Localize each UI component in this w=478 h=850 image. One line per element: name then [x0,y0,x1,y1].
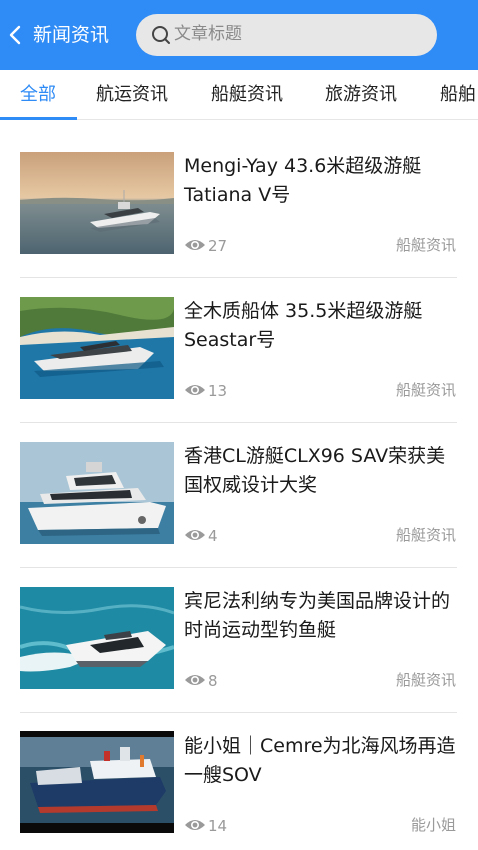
back-arrow-icon[interactable] [6,22,26,48]
eye-icon [185,385,205,395]
list-item[interactable]: 全木质船体 35.5米超级游艇Seastar号 13 船艇资讯 [0,266,478,423]
article-thumbnail [20,297,174,399]
tab-travel-news[interactable]: 旅游资讯 [325,82,397,108]
list-item[interactable]: Mengi-Yay 43.6米超级游艇Tatiana V号 27 船艇资讯 [0,121,478,278]
eye-icon [185,240,205,250]
eye-icon [185,675,205,685]
article-title[interactable]: Mengi-Yay 43.6米超级游艇Tatiana V号 [184,152,464,210]
search-icon [152,26,170,44]
list-item[interactable]: 能小姐｜Cemre为北海风场再造一艘SOV 14 能小姐 [0,701,478,846]
article-thumbnail [20,442,174,544]
category-tabs: 全部 航运资讯 船艇资讯 旅游资讯 船舶 [0,70,478,120]
article-title[interactable]: 全木质船体 35.5米超级游艇Seastar号 [184,297,464,355]
list-item[interactable]: 香港CL游艇CLX96 SAV荣获美国权威设计大奖 4 船艇资讯 [0,411,478,568]
tab-ships[interactable]: 船舶 [440,82,476,108]
view-count: 8 [208,672,218,690]
page-title: 新闻资讯 [33,24,110,46]
list-item[interactable]: 宾尼法利纳专为美国品牌设计的时尚运动型钓鱼艇 8 船艇资讯 [0,556,478,713]
tab-all[interactable]: 全部 [20,82,56,108]
article-category: 船艇资讯 [395,526,456,544]
article-thumbnail [20,587,174,689]
article-thumbnail [20,731,174,833]
view-count: 4 [208,527,218,545]
active-tab-indicator [0,117,77,120]
view-count: 14 [208,817,228,835]
view-count: 13 [208,382,228,400]
article-title[interactable]: 能小姐｜Cemre为北海风场再造一艘SOV [184,732,464,790]
eye-icon [185,820,205,830]
tab-yacht-news[interactable]: 船艇资讯 [211,82,283,108]
view-count: 27 [208,237,228,255]
article-thumbnail [20,152,174,254]
article-category: 船艇资讯 [395,236,456,254]
search-placeholder: 文章标题 [174,24,242,44]
app-header: 新闻资讯 文章标题 [0,0,478,70]
article-category: 船艇资讯 [395,671,456,689]
tab-shipping-news[interactable]: 航运资讯 [96,82,168,108]
eye-icon [185,530,205,540]
article-title[interactable]: 香港CL游艇CLX96 SAV荣获美国权威设计大奖 [184,442,464,500]
article-category: 能小姐 [410,816,456,834]
article-category: 船艇资讯 [395,381,456,399]
article-title[interactable]: 宾尼法利纳专为美国品牌设计的时尚运动型钓鱼艇 [184,587,464,645]
